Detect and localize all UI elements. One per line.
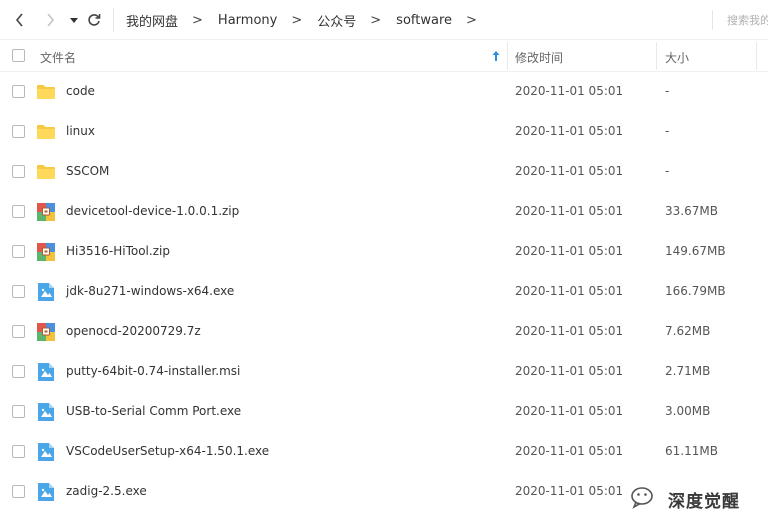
- file-size: -: [665, 124, 670, 138]
- file-list: code 2020-11-01 05:01 - linux 2020-11-01 05:…: [0, 72, 768, 512]
- column-header-size[interactable]: 大小: [665, 49, 689, 66]
- breadcrumb-separator: >: [466, 12, 477, 28]
- file-modified-time: 2020-11-01 05:01: [515, 404, 624, 418]
- exe-icon: [36, 442, 56, 462]
- file-name[interactable]: openocd-20200729.7z: [66, 324, 201, 338]
- exe-icon: [36, 282, 56, 302]
- file-modified-time: 2020-11-01 05:01: [515, 164, 624, 178]
- chevron-left-icon: [15, 13, 23, 27]
- file-size: 33.67MB: [665, 204, 718, 218]
- file-row[interactable]: USB-to-Serial Comm Port.exe 2020-11-01 05…: [0, 392, 768, 432]
- file-row[interactable]: Hi3516-HiTool.zip 2020-11-01 05:01 149.67M…: [0, 232, 768, 272]
- toolbar: 我的网盘 > Harmony > 公众号 > software > 搜索我的: [0, 0, 768, 40]
- row-checkbox[interactable]: [12, 405, 25, 418]
- exe-icon: [36, 402, 56, 422]
- column-header-modified[interactable]: 修改时间: [515, 49, 563, 66]
- file-size: 3.00MB: [665, 404, 711, 418]
- file-size: 166.79MB: [665, 284, 726, 298]
- file-name[interactable]: jdk-8u271-windows-x64.exe: [66, 284, 234, 298]
- breadcrumb-item-harmony[interactable]: Harmony: [218, 13, 277, 28]
- file-row[interactable]: linux 2020-11-01 05:01 -: [0, 112, 768, 152]
- file-row[interactable]: code 2020-11-01 05:01 -: [0, 72, 768, 112]
- file-name[interactable]: devicetool-device-1.0.0.1.zip: [66, 204, 239, 218]
- watermark: 深度觉醒: [630, 484, 768, 512]
- file-modified-time: 2020-11-01 05:01: [515, 204, 624, 218]
- file-modified-time: 2020-11-01 05:01: [515, 244, 624, 258]
- file-name[interactable]: zadig-2.5.exe: [66, 484, 147, 498]
- file-size: 61.11MB: [665, 444, 718, 458]
- breadcrumb-separator: >: [291, 12, 303, 28]
- watermark-text: 深度觉醒: [668, 492, 740, 512]
- file-modified-time: 2020-11-01 05:01: [515, 364, 624, 378]
- breadcrumb-item-root[interactable]: 我的网盘: [126, 11, 178, 30]
- chevron-right-icon: [47, 13, 55, 27]
- exe-icon: [36, 482, 56, 502]
- file-name[interactable]: Hi3516-HiTool.zip: [66, 244, 170, 258]
- column-divider[interactable]: [656, 42, 657, 70]
- exe-icon: [36, 362, 56, 382]
- refresh-icon: [88, 14, 101, 26]
- caret-down-icon: [70, 18, 78, 23]
- sort-ascending-icon[interactable]: [491, 50, 501, 62]
- file-row[interactable]: putty-64bit-0.74-installer.msi 2020-11-01…: [0, 352, 768, 392]
- row-checkbox[interactable]: [12, 365, 25, 378]
- file-name[interactable]: linux: [66, 124, 95, 138]
- file-modified-time: 2020-11-01 05:01: [515, 284, 624, 298]
- history-dropdown-button[interactable]: [64, 10, 84, 30]
- file-size: 7.62MB: [665, 324, 711, 338]
- breadcrumb-separator: >: [192, 12, 203, 28]
- file-row[interactable]: VSCodeUserSetup-x64-1.50.1.exe 2020-11-01…: [0, 432, 768, 472]
- archive-icon: [36, 322, 56, 342]
- file-row[interactable]: openocd-20200729.7z 2020-11-01 05:01 7.62M…: [0, 312, 768, 352]
- column-header: 文件名 修改时间 大小: [0, 40, 768, 72]
- row-checkbox[interactable]: [12, 165, 25, 178]
- file-name[interactable]: SSCOM: [66, 164, 109, 178]
- select-all-checkbox[interactable]: [12, 49, 25, 62]
- file-modified-time: 2020-11-01 05:01: [515, 484, 624, 498]
- row-checkbox[interactable]: [12, 85, 25, 98]
- file-size: 2.71MB: [665, 364, 711, 378]
- toolbar-divider: [113, 8, 114, 32]
- row-checkbox[interactable]: [12, 285, 25, 298]
- file-row[interactable]: SSCOM 2020-11-01 05:01 -: [0, 152, 768, 192]
- column-divider[interactable]: [507, 42, 508, 70]
- file-modified-time: 2020-11-01 05:01: [515, 444, 624, 458]
- archive-icon: [36, 202, 56, 222]
- breadcrumb-separator: >: [370, 12, 382, 28]
- breadcrumb-item-software[interactable]: software: [396, 13, 452, 28]
- search-divider: [712, 10, 713, 30]
- row-checkbox[interactable]: [12, 245, 25, 258]
- breadcrumb-item-official-account[interactable]: 公众号: [317, 11, 356, 30]
- file-size: 149.67MB: [665, 244, 726, 258]
- file-row[interactable]: jdk-8u271-windows-x64.exe 2020-11-01 05:0…: [0, 272, 768, 312]
- row-checkbox[interactable]: [12, 485, 25, 498]
- file-size: -: [665, 164, 670, 178]
- wechat-icon: [631, 487, 653, 509]
- row-checkbox[interactable]: [12, 445, 25, 458]
- file-modified-time: 2020-11-01 05:01: [515, 324, 624, 338]
- file-name[interactable]: USB-to-Serial Comm Port.exe: [66, 404, 241, 418]
- file-name[interactable]: code: [66, 84, 95, 98]
- column-header-name[interactable]: 文件名: [40, 49, 76, 66]
- file-modified-time: 2020-11-01 05:01: [515, 124, 624, 138]
- file-modified-time: 2020-11-01 05:01: [515, 84, 624, 98]
- archive-icon: [36, 242, 56, 262]
- column-divider[interactable]: [756, 42, 757, 70]
- forward-button[interactable]: [40, 10, 60, 30]
- row-checkbox[interactable]: [12, 325, 25, 338]
- back-button[interactable]: [10, 10, 30, 30]
- row-checkbox[interactable]: [12, 125, 25, 138]
- refresh-button[interactable]: [84, 10, 104, 30]
- file-name[interactable]: putty-64bit-0.74-installer.msi: [66, 364, 240, 378]
- search-input[interactable]: 搜索我的: [727, 12, 768, 28]
- file-name[interactable]: VSCodeUserSetup-x64-1.50.1.exe: [66, 444, 269, 458]
- folder-icon: [36, 82, 56, 102]
- row-checkbox[interactable]: [12, 205, 25, 218]
- breadcrumb: 我的网盘 > Harmony > 公众号 > software >: [126, 11, 492, 30]
- file-row[interactable]: devicetool-device-1.0.0.1.zip 2020-11-01 …: [0, 192, 768, 232]
- folder-icon: [36, 122, 56, 142]
- folder-icon: [36, 162, 56, 182]
- file-size: -: [665, 84, 670, 98]
